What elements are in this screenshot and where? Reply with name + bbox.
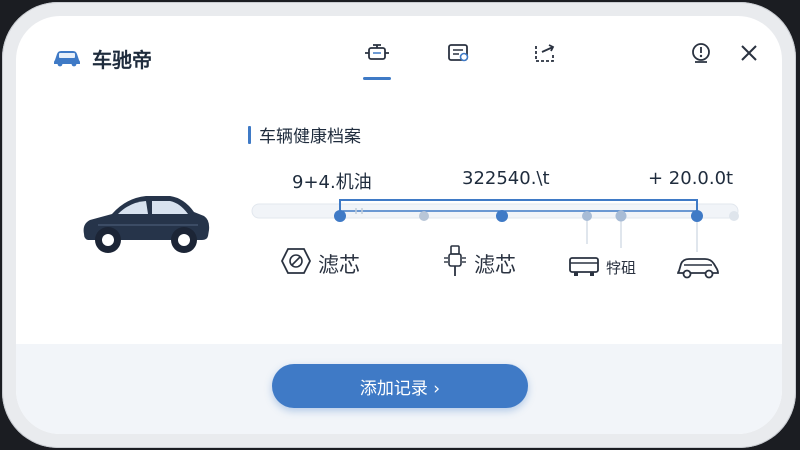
- timeline-node[interactable]: [615, 210, 627, 222]
- timeline-item-car[interactable]: [676, 254, 720, 284]
- timeline-node[interactable]: [334, 210, 346, 222]
- timeline-node[interactable]: [729, 211, 739, 221]
- app-screen: 车驰帝 车辆健康档案 9+4.机油 322540.\t + 20.0.0t 滤芯…: [16, 16, 782, 434]
- filter-icon: [280, 246, 312, 281]
- timeline-item-label: 牸砠: [606, 258, 637, 277]
- battery-icon: [568, 252, 600, 282]
- timeline-node[interactable]: [582, 211, 592, 221]
- device-frame: 车驰帝 车辆健康档案 9+4.机油 322540.\t + 20.0.0t 滤芯…: [2, 2, 796, 448]
- timeline-node[interactable]: [496, 210, 508, 222]
- timeline-item-label: 滤芯: [318, 252, 360, 277]
- timeline-node[interactable]: [419, 211, 429, 221]
- spark-plug-icon: [442, 244, 468, 283]
- timeline-node[interactable]: [691, 210, 703, 222]
- car-icon: [676, 254, 720, 284]
- timeline-item-battery[interactable]: 牸砠: [568, 252, 636, 282]
- timeline-item-spark-plug[interactable]: 滤芯: [442, 244, 516, 283]
- add-record-button[interactable]: 添加记录 ›: [272, 364, 528, 408]
- timeline-item-label: 滤芯: [474, 252, 516, 277]
- timeline-item-filter[interactable]: 滤芯: [280, 246, 360, 281]
